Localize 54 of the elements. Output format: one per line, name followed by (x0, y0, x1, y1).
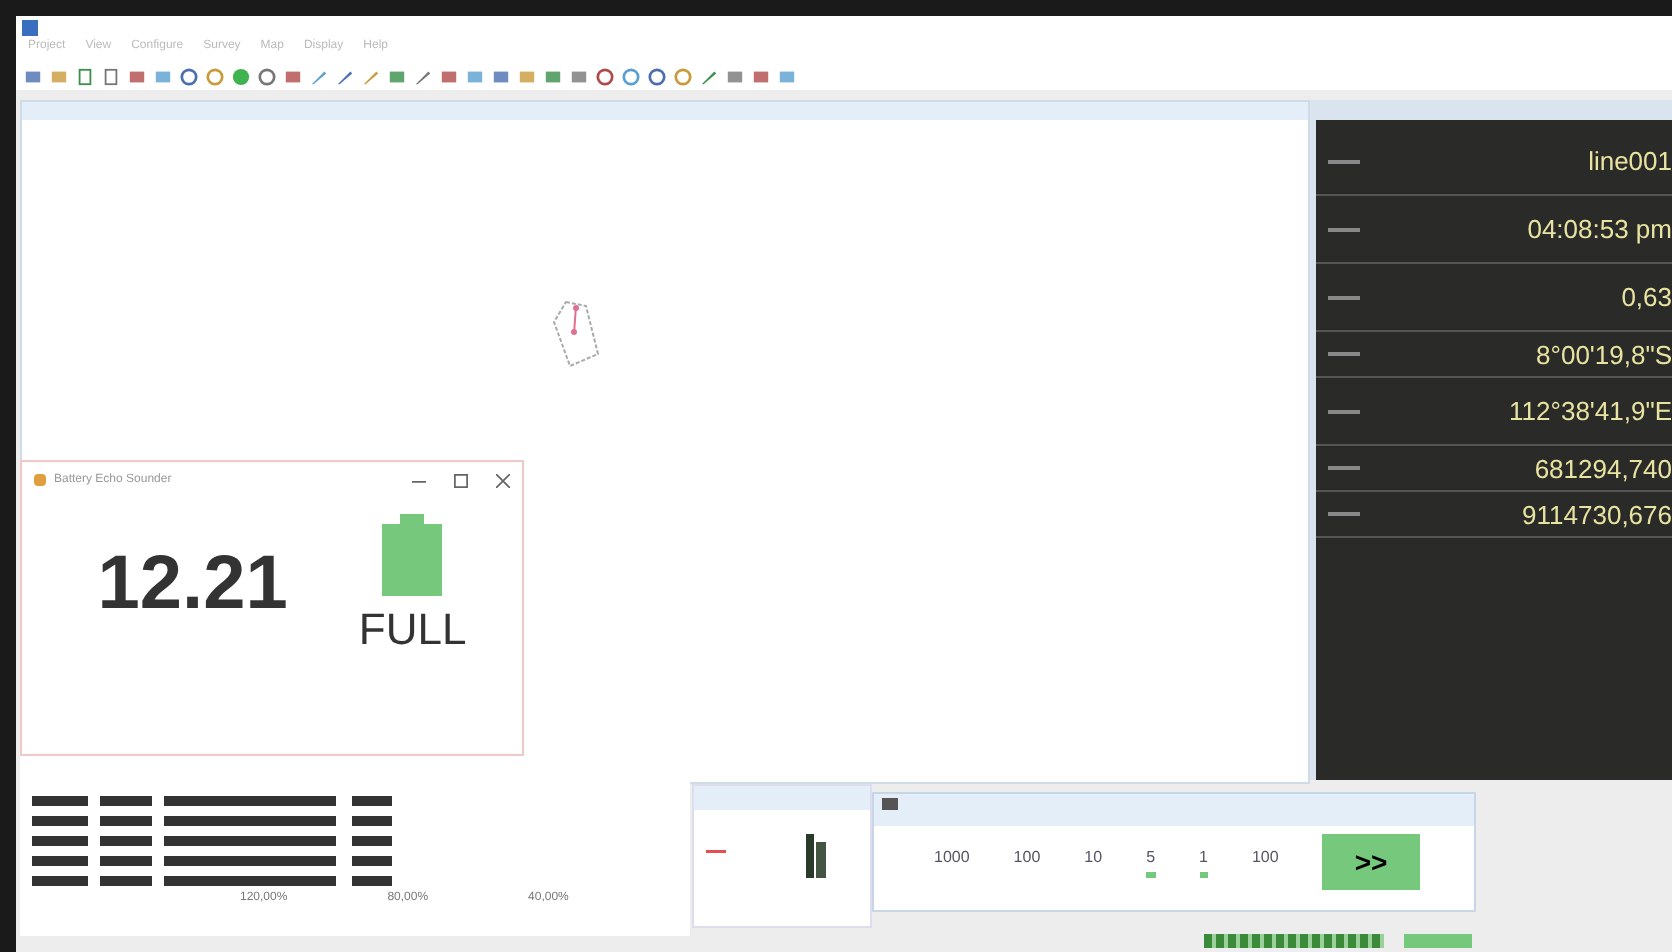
circle-icon[interactable] (180, 67, 198, 85)
square-icon[interactable] (492, 67, 510, 85)
readout-value: 9114730,676 (1522, 499, 1672, 529)
readout-value: 8°00'19,8"S (1536, 339, 1672, 369)
readout-value: line001 (1588, 146, 1672, 176)
square-icon[interactable] (24, 67, 42, 85)
app-icon (34, 474, 46, 486)
circle-icon[interactable] (622, 67, 640, 85)
battery-status: FULL (358, 604, 467, 656)
square-icon[interactable] (726, 67, 744, 85)
speed-step[interactable]: 1 (1199, 847, 1208, 877)
label-mark (1328, 227, 1360, 231)
square-icon[interactable] (752, 67, 770, 85)
square-icon[interactable] (154, 67, 172, 85)
label-mark (1328, 512, 1360, 516)
circle-icon[interactable] (232, 67, 250, 85)
square-icon[interactable] (466, 67, 484, 85)
circle-icon[interactable] (258, 67, 276, 85)
readout-value: 112°38'41,9"E (1509, 396, 1672, 426)
readout-value: 681294,740 (1534, 453, 1672, 483)
circle-icon[interactable] (648, 67, 666, 85)
square-icon[interactable] (284, 67, 302, 85)
speed-step[interactable]: 10 (1084, 847, 1103, 877)
square-icon[interactable] (128, 67, 146, 85)
readout-value: 04:08:53 pm (1527, 214, 1672, 244)
circle-icon[interactable] (596, 67, 614, 85)
pen-icon[interactable] (414, 67, 432, 85)
square-icon[interactable] (440, 67, 458, 85)
circle-icon[interactable] (206, 67, 224, 85)
close-icon[interactable] (496, 473, 510, 487)
label-mark (1328, 352, 1360, 356)
label-mark (1328, 466, 1360, 470)
app-icon (22, 20, 38, 36)
speed-step[interactable]: 100 (1251, 847, 1279, 877)
square-icon[interactable] (570, 67, 588, 85)
label-mark (1328, 409, 1360, 413)
maximize-icon[interactable] (454, 473, 468, 487)
square-icon[interactable] (778, 67, 796, 85)
speed-step[interactable]: 1000 (934, 847, 970, 877)
square-icon[interactable] (544, 67, 562, 85)
pen-icon[interactable] (700, 67, 718, 85)
circle-icon[interactable] (674, 67, 692, 85)
battery-icon (382, 514, 443, 596)
label-mark (1328, 159, 1360, 163)
square-icon[interactable] (518, 67, 536, 85)
label-mark (1328, 295, 1360, 299)
voltage-reading: 12.21 (97, 542, 288, 628)
readout-value: 0,63 (1621, 282, 1672, 312)
square-icon[interactable] (50, 67, 68, 85)
square-icon[interactable] (388, 67, 406, 85)
speed-step[interactable]: 100 (1013, 847, 1041, 877)
forward-button[interactable]: >> (1322, 834, 1420, 890)
status-indicator (1404, 933, 1472, 947)
speed-step[interactable]: 5 (1146, 847, 1156, 877)
